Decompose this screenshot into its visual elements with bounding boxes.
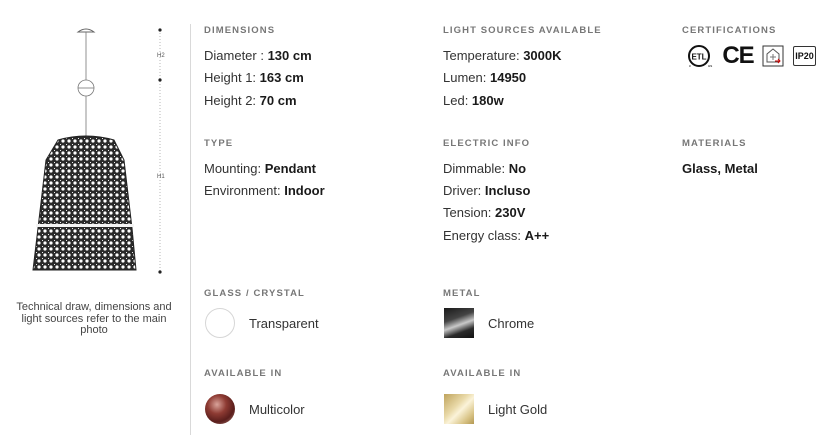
multicolor-label: Multicolor: [249, 402, 305, 417]
glass-available-title: AVAILABLE IN: [204, 368, 283, 379]
spec-mounting: Mounting: Pendant: [204, 161, 316, 176]
spec-lumen: Lumen: 14950: [443, 70, 527, 85]
dim-label-h1: H1: [157, 174, 165, 180]
light-sources-title: LIGHT SOURCES AVAILABLE: [443, 25, 602, 36]
spec-driver: Driver: Incluso: [443, 183, 531, 198]
column-divider: [190, 24, 191, 435]
electric-info-title: ELECTRIC INFO: [443, 138, 531, 149]
technical-drawing-panel: H2 H1 Technical draw, dimensions and lig…: [0, 0, 190, 435]
transparent-label: Transparent: [249, 316, 319, 331]
etl-mark: ETL: [691, 53, 706, 62]
chrome-label: Chrome: [488, 316, 535, 331]
certifications-title: CERTIFICATIONS: [682, 25, 777, 36]
svg-text:c: c: [689, 63, 691, 68]
dimensions-title: DIMENSIONS: [204, 25, 276, 36]
etl-certification-icon: ETL c us: [682, 44, 716, 68]
metal-title: METAL: [443, 288, 481, 299]
dim-label-h2: H2: [157, 53, 165, 59]
drawing-caption: Technical draw, dimensions and light sou…: [16, 301, 172, 336]
metal-available-title: AVAILABLE IN: [443, 368, 522, 379]
spec-height-1: Height 1: 163 cm: [204, 70, 304, 85]
spec-environment: Environment: Indoor: [204, 183, 325, 198]
spec-tension: Tension: 230V: [443, 205, 526, 220]
ip20-certification-icon: IP20: [793, 46, 816, 66]
spec-temperature: Temperature: 3000K: [443, 48, 562, 63]
multicolor-swatch[interactable]: [205, 394, 235, 424]
materials-value: Glass, Metal: [682, 161, 758, 176]
light-gold-label: Light Gold: [488, 402, 548, 417]
ce-certification-icon: CE: [722, 42, 754, 69]
materials-title: MATERIALS: [682, 138, 747, 149]
transparent-swatch[interactable]: [205, 308, 235, 338]
spec-energy-class: Energy class: A++: [443, 228, 550, 243]
spec-led: Led: 180w: [443, 93, 504, 108]
chrome-swatch[interactable]: [444, 308, 474, 338]
lamp-technical-drawing: H2 H1: [32, 28, 165, 274]
svg-text:us: us: [708, 63, 712, 68]
spec-dimmable: Dimmable: No: [443, 161, 527, 176]
type-title: TYPE: [204, 138, 234, 149]
class-certification-icon: [761, 44, 785, 68]
glass-crystal-title: GLASS / CRYSTAL: [204, 288, 305, 299]
light-gold-swatch[interactable]: [444, 394, 474, 424]
spec-diameter: Diameter : 130 cm: [204, 48, 312, 63]
spec-height-2: Height 2: 70 cm: [204, 93, 297, 108]
